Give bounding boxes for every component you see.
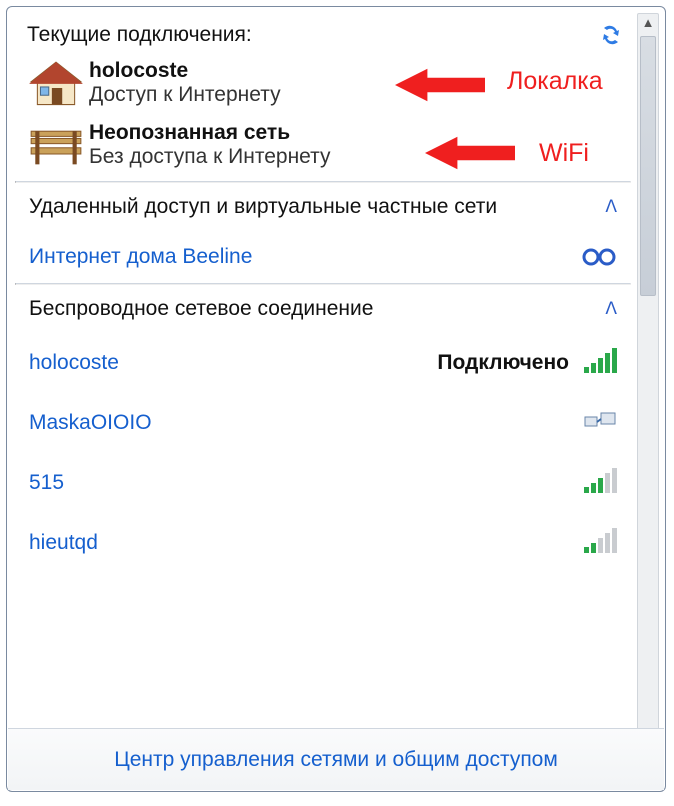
wifi-item[interactable]: 515: [15, 453, 631, 513]
wifi-item-label: MaskaOIOIO: [29, 411, 152, 435]
content-pane: Текущие подключения: holocoste: [15, 15, 631, 719]
connection-status: Без доступа к Интернету: [89, 145, 331, 169]
connection-item[interactable]: holocoste Доступ к Интернету Локалка: [15, 57, 631, 119]
vpn-section-header[interactable]: Удаленный доступ и виртуальные частные с…: [15, 183, 631, 231]
vpn-item-label: Интернет дома Beeline: [29, 245, 252, 269]
network-computers-icon: [583, 407, 617, 439]
connection-name: Неопознанная сеть: [89, 121, 331, 145]
connection-item[interactable]: Неопознанная сеть Без доступа к Интернет…: [15, 119, 631, 181]
scroll-up-icon[interactable]: ▲: [642, 16, 655, 29]
vpn-icon: [581, 245, 617, 269]
vpn-item[interactable]: Интернет дома Beeline: [15, 231, 631, 283]
current-connections-title: Текущие подключения:: [27, 23, 252, 47]
wifi-item-label: hieutqd: [29, 531, 98, 555]
refresh-icon: [599, 23, 623, 47]
annotation-label: Локалка: [507, 67, 603, 96]
chevron-up-icon: ᐱ: [605, 197, 617, 217]
annotation-arrow-icon: [395, 63, 485, 107]
annotation-label: WiFi: [539, 139, 589, 168]
chevron-up-icon: ᐱ: [605, 299, 617, 319]
house-icon: [27, 59, 85, 109]
annotation-arrow-icon: [425, 131, 515, 175]
wifi-item-label: holocoste: [29, 351, 119, 375]
signal-icon: [583, 527, 617, 559]
refresh-button[interactable]: [599, 23, 623, 47]
network-center-link[interactable]: Центр управления сетями и общим доступом: [114, 748, 558, 772]
bench-icon: [27, 121, 85, 171]
wifi-item[interactable]: hieutqd: [15, 513, 631, 573]
wifi-item-state: Подключено: [437, 351, 569, 375]
signal-icon: [583, 467, 617, 499]
wifi-item[interactable]: MaskaOIOIO: [15, 393, 631, 453]
connection-status: Доступ к Интернету: [89, 83, 281, 107]
wireless-section-header[interactable]: Беспроводное сетевое соединение ᐱ: [15, 285, 631, 333]
scroll-thumb[interactable]: [640, 36, 656, 296]
wireless-section-title: Беспроводное сетевое соединение: [29, 297, 373, 321]
wifi-item-label: 515: [29, 471, 64, 495]
signal-icon: [583, 347, 617, 379]
footer: Центр управления сетями и общим доступом: [8, 728, 664, 790]
network-flyout: ▲ ▼ Текущие подключения:: [6, 6, 666, 792]
connection-name: holocoste: [89, 59, 281, 83]
vpn-section-title: Удаленный доступ и виртуальные частные с…: [29, 195, 497, 219]
wifi-item[interactable]: holocoste Подключено: [15, 333, 631, 393]
scrollbar[interactable]: ▲ ▼: [637, 13, 659, 785]
